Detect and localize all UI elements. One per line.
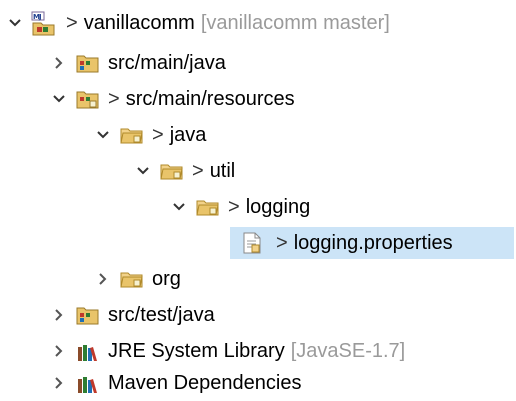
svg-text:J: J — [38, 13, 42, 21]
tree-item-label: src/main/java — [108, 52, 226, 74]
tree-row-src-main-resources[interactable]: > src/main/resources — [0, 82, 516, 116]
chevron-down-icon[interactable] — [50, 90, 68, 108]
library-icon — [76, 371, 100, 395]
chevron-right-icon[interactable] — [94, 270, 112, 288]
java-source-folder-icon — [76, 303, 100, 327]
library-icon — [76, 339, 100, 363]
tree-row-project[interactable]: M J > vanillacomm [vanillacomm master] — [0, 6, 516, 40]
maven-project-icon: M J — [31, 11, 55, 36]
project-label: > vanillacomm [vanillacomm master] — [66, 6, 390, 40]
tree-row-java[interactable]: > java — [0, 118, 516, 152]
tree-row-logging[interactable]: > logging — [0, 190, 516, 224]
tree-row-src-main-java[interactable]: src/main/java — [0, 46, 516, 80]
tree-row-src-test-java[interactable]: src/test/java — [0, 298, 516, 332]
chevron-right-icon[interactable] — [50, 342, 68, 360]
tree-item-label: logging.properties — [293, 232, 453, 254]
chevron-down-icon[interactable] — [6, 14, 24, 32]
project-explorer-tree: M J > vanillacomm [vanillacomm master] s… — [0, 0, 516, 399]
tree-item-label: src/test/java — [108, 304, 215, 326]
jre-version-decoration: [JavaSE-1.7] — [290, 340, 406, 362]
chevron-down-icon[interactable] — [134, 162, 152, 180]
chevron-right-icon[interactable] — [50, 54, 68, 72]
project-name: vanillacomm — [83, 12, 195, 34]
tree-row-maven-dependencies[interactable]: Maven Dependencies — [0, 366, 516, 400]
package-folder-icon — [160, 159, 184, 183]
tree-row-org[interactable]: org — [0, 262, 516, 296]
tree-row-logging-properties[interactable]: > logging.properties — [0, 226, 516, 260]
chevron-down-icon[interactable] — [94, 126, 112, 144]
tree-item-label: java — [169, 124, 207, 146]
tree-row-util[interactable]: > util — [0, 154, 516, 188]
package-folder-icon — [120, 267, 144, 291]
git-branch-decoration: [vanillacomm master] — [200, 12, 390, 34]
chevron-right-icon[interactable] — [50, 306, 68, 324]
tree-item-label: org — [152, 268, 181, 290]
tree-item-label: logging — [245, 196, 311, 218]
tree-row-jre-system-library[interactable]: JRE System Library [JavaSE-1.7] — [0, 334, 516, 368]
chevron-down-icon[interactable] — [170, 198, 188, 216]
tree-item-label: src/main/resources — [125, 88, 295, 110]
tree-item-label: util — [209, 160, 236, 182]
tree-item-label: JRE System Library — [108, 340, 285, 362]
resource-folder-icon — [76, 87, 100, 111]
properties-file-icon — [240, 231, 264, 255]
tree-item-label: Maven Dependencies — [108, 372, 302, 394]
package-folder-icon — [120, 123, 144, 147]
package-folder-icon — [196, 195, 220, 219]
java-source-folder-icon — [76, 51, 100, 75]
chevron-right-icon[interactable] — [50, 374, 68, 392]
